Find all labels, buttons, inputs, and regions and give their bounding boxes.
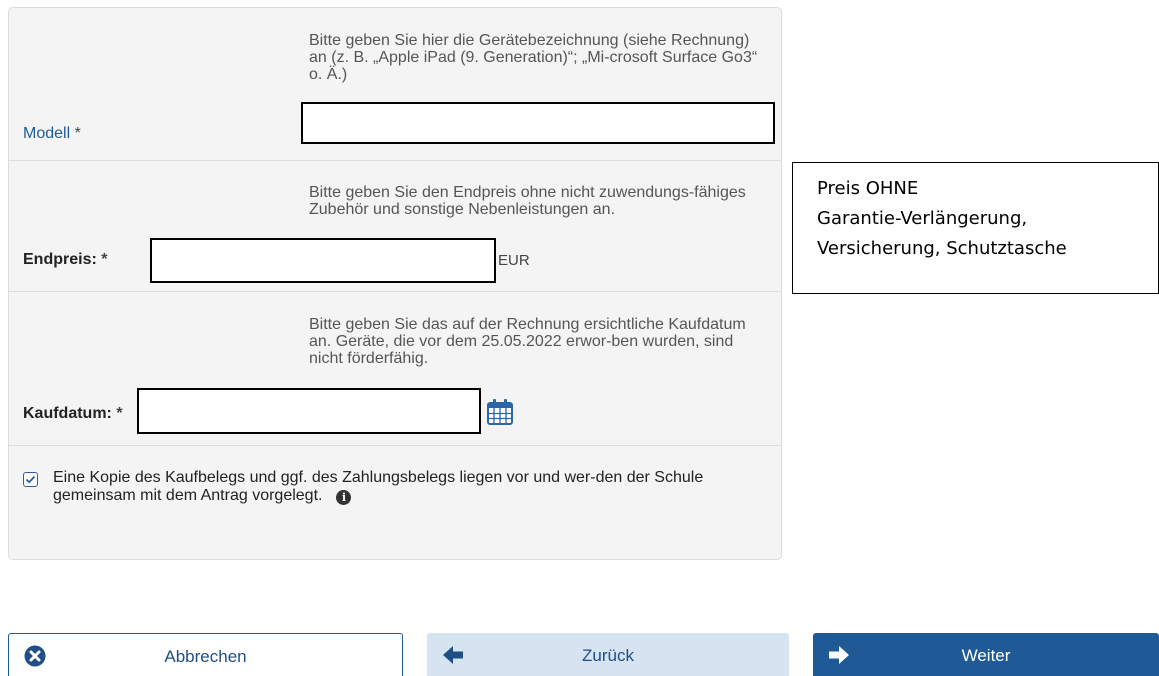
model-input[interactable]: [301, 102, 775, 144]
divider: [9, 445, 781, 446]
price-annotation-box: Preis OHNE Garantie-Verlängerung, Versic…: [792, 162, 1159, 294]
confirmation-text: Eine Kopie des Kaufbelegs und ggf. des Z…: [53, 469, 743, 505]
confirmation-checkbox[interactable]: [23, 472, 38, 487]
annotation-line-2: Garantie-Verlängerung,: [817, 208, 1028, 229]
price-hint: Bitte geben Sie den Endpreis ohne nicht …: [309, 184, 746, 218]
purchase-date-input[interactable]: [137, 388, 481, 434]
form-panel: Bitte geben Sie hier die Gerätebezeichnu…: [8, 7, 782, 560]
info-icon[interactable]: i: [336, 490, 352, 505]
model-label-text: Modell: [23, 125, 71, 142]
checkmark-icon: [25, 475, 36, 484]
divider: [9, 291, 781, 292]
price-input[interactable]: [150, 238, 496, 283]
next-button-label: Weiter: [961, 646, 1011, 665]
purchase-date-required-mark: *: [116, 405, 123, 422]
price-label-text: Endpreis:: [23, 251, 97, 268]
model-label: Modell *: [23, 125, 81, 143]
purchase-date-hint: Bitte geben Sie das auf der Rechnung ers…: [309, 316, 746, 367]
annotation-line-1: Preis OHNE: [817, 178, 919, 199]
cancel-button-label: Abbrechen: [164, 647, 247, 666]
price-required-mark: *: [101, 251, 108, 268]
purchase-date-label: Kaufdatum: *: [23, 405, 123, 423]
price-label: Endpreis: *: [23, 251, 107, 269]
model-required-mark: *: [74, 125, 81, 142]
confirmation-text-content: Eine Kopie des Kaufbelegs und ggf. des Z…: [53, 469, 704, 504]
currency-unit: EUR: [498, 252, 530, 269]
calendar-icon[interactable]: [486, 398, 514, 426]
divider: [9, 160, 781, 161]
next-button[interactable]: Weiter: [813, 633, 1159, 676]
back-button-label: Zurück: [582, 646, 634, 665]
back-button[interactable]: Zurück: [427, 633, 789, 676]
cancel-button[interactable]: Abbrechen: [8, 633, 403, 676]
annotation-line-3: Versicherung, Schutztasche: [817, 238, 1067, 259]
purchase-date-label-text: Kaufdatum:: [23, 405, 112, 422]
model-hint: Bitte geben Sie hier die Gerätebezeichnu…: [309, 32, 758, 83]
